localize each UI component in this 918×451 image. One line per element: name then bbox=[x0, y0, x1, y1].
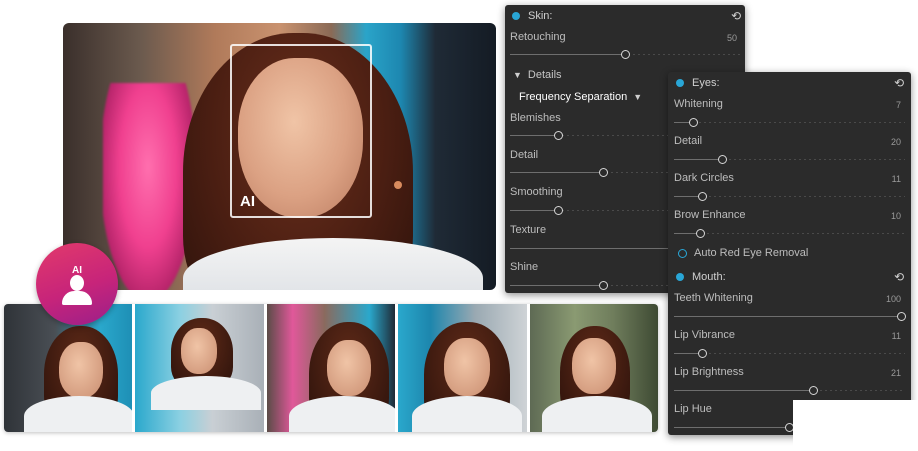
lip-hue-label: Lip Hue bbox=[674, 403, 712, 415]
details-label: Details bbox=[527, 69, 562, 81]
brow-enhance-value: 10 bbox=[890, 211, 901, 221]
skin-title: Skin: bbox=[528, 10, 553, 22]
thumbnail-5[interactable] bbox=[529, 304, 658, 432]
thumbnail-2[interactable] bbox=[135, 304, 264, 432]
ai-box-label: AI bbox=[240, 193, 255, 210]
smoothing-label: Smoothing bbox=[510, 186, 563, 198]
ai-face-detection-box: AI bbox=[230, 44, 372, 218]
chevron-down-icon: ▼ bbox=[513, 70, 522, 80]
dark-circles-slider[interactable] bbox=[698, 192, 707, 201]
pink-decoration bbox=[103, 83, 193, 290]
auto-red-eye-radio[interactable] bbox=[678, 249, 687, 258]
handle-dot[interactable] bbox=[394, 181, 402, 189]
person-icon bbox=[70, 275, 84, 291]
reset-icon[interactable]: ⟲ bbox=[893, 77, 905, 89]
reset-icon[interactable]: ⟲ bbox=[893, 271, 905, 283]
detail-slider[interactable] bbox=[599, 168, 608, 177]
reset-icon[interactable]: ⟲ bbox=[730, 10, 742, 22]
chevron-down-icon: ▼ bbox=[633, 92, 643, 102]
thumbnail-3[interactable] bbox=[266, 304, 396, 432]
whitening-slider[interactable] bbox=[689, 118, 698, 127]
brow-enhance-label: Brow Enhance bbox=[674, 209, 746, 221]
blank-area bbox=[793, 400, 918, 451]
texture-label: Texture bbox=[510, 224, 547, 236]
eye-detail-value: 20 bbox=[890, 137, 901, 147]
dark-circles-label: Dark Circles bbox=[674, 172, 734, 184]
lip-vibrance-label: Lip Vibrance bbox=[674, 329, 735, 341]
skin-enable-dot[interactable] bbox=[512, 12, 520, 20]
detail-label: Detail bbox=[510, 149, 539, 161]
mouth-enable-dot[interactable] bbox=[676, 273, 684, 281]
thumbnail-4[interactable] bbox=[398, 304, 527, 432]
thumbnail-strip bbox=[4, 304, 658, 432]
lip-vibrance-slider[interactable] bbox=[698, 349, 707, 358]
details-toggle[interactable]: ▼ Details bbox=[513, 69, 562, 81]
retouching-slider[interactable] bbox=[621, 50, 630, 59]
auto-red-eye-label: Auto Red Eye Removal bbox=[694, 247, 809, 259]
dark-circles-value: 11 bbox=[891, 174, 901, 184]
frequency-separation-dropdown[interactable]: Frequency Separation ▼ bbox=[519, 91, 642, 103]
lip-brightness-value: 21 bbox=[890, 368, 901, 378]
blemishes-label: Blemishes bbox=[510, 112, 561, 124]
lip-vibrance-value: 11 bbox=[891, 331, 901, 341]
teeth-whitening-slider[interactable] bbox=[897, 312, 906, 321]
eyes-section-header[interactable]: Eyes: bbox=[676, 74, 720, 92]
whitening-value: 7 bbox=[895, 100, 901, 110]
eye-detail-slider[interactable] bbox=[718, 155, 727, 164]
ai-portrait-badge: AI bbox=[36, 243, 118, 325]
shine-label: Shine bbox=[510, 261, 539, 273]
lip-brightness-slider[interactable] bbox=[809, 386, 818, 395]
mouth-section-header[interactable]: Mouth: bbox=[676, 268, 726, 286]
skin-section-header[interactable]: Skin: bbox=[512, 7, 552, 25]
eyes-enable-dot[interactable] bbox=[676, 79, 684, 87]
smoothing-slider[interactable] bbox=[554, 206, 563, 215]
retouching-label: Retouching bbox=[510, 31, 566, 43]
blemishes-slider[interactable] bbox=[554, 131, 563, 140]
eyes-mouth-panel: Eyes: ⟲ Whitening 7 Detail 20 Dark Circl… bbox=[668, 72, 911, 435]
whitening-label: Whitening bbox=[674, 98, 723, 110]
mouth-title: Mouth: bbox=[692, 271, 726, 283]
retouching-value: 50 bbox=[726, 33, 737, 43]
hero-portrait-photo: AI bbox=[63, 23, 496, 290]
teeth-whitening-label: Teeth Whitening bbox=[674, 292, 753, 304]
eye-detail-label: Detail bbox=[674, 135, 703, 147]
shine-slider[interactable] bbox=[599, 281, 608, 290]
brow-enhance-slider[interactable] bbox=[696, 229, 705, 238]
eyes-title: Eyes: bbox=[692, 77, 720, 89]
teeth-whitening-value: 100 bbox=[885, 294, 901, 304]
lip-brightness-label: Lip Brightness bbox=[674, 366, 744, 378]
